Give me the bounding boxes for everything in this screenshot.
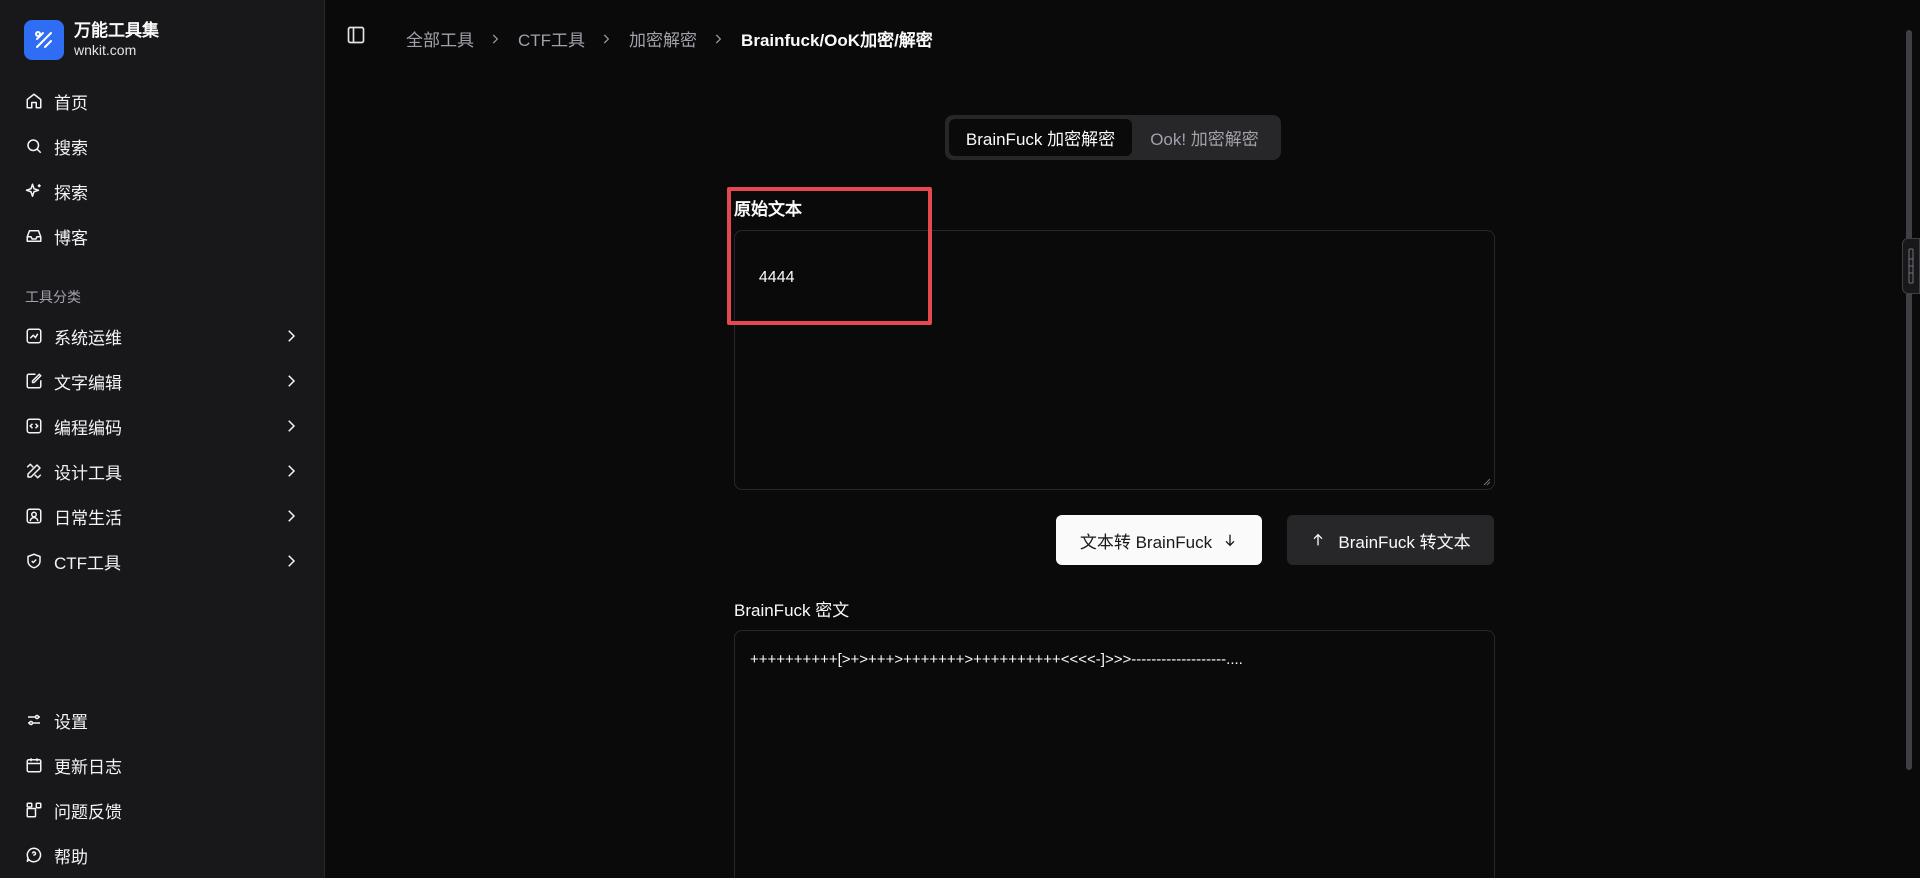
sidebar-item-daily-life[interactable]: 日常生活	[12, 496, 312, 536]
sidebar: 万能工具集 wnkit.com 首页 搜索 探索 博客 工具分类 系统运维 文字…	[0, 0, 325, 878]
help-icon	[24, 845, 44, 865]
breadcrumb: 全部工具 CTF工具 加密解密 Brainfuck/OoK加密/解密	[406, 26, 933, 51]
sidebar-item-design[interactable]: 设计工具	[12, 451, 312, 491]
settings-icon	[24, 710, 44, 730]
chevron-right-icon	[288, 510, 296, 522]
main-header: 全部工具 CTF工具 加密解密 Brainfuck/OoK加密/解密	[326, 0, 1920, 76]
brand[interactable]: 万能工具集 wnkit.com	[24, 20, 159, 60]
sidebar-item-label: 设计工具	[54, 463, 122, 483]
brand-logo-icon	[24, 20, 64, 60]
sidebar-item-home[interactable]: 首页	[12, 81, 312, 121]
sidebar-item-label: CTF工具	[54, 553, 122, 573]
scrollbar[interactable]	[1906, 30, 1912, 770]
plaintext-value: 4444	[758, 269, 795, 286]
sidebar-item-coding[interactable]: 编程编码	[12, 406, 312, 446]
encode-button-label: 文本转 BrainFuck	[1079, 532, 1213, 552]
sidebar-item-label: 帮助	[54, 847, 88, 867]
decode-button[interactable]: BrainFuck 转文本	[1287, 515, 1494, 565]
breadcrumb-crypto[interactable]: 加密解密	[629, 26, 697, 51]
sidebar-item-label: 博客	[54, 228, 88, 248]
code-icon	[24, 416, 44, 436]
resize-grip-icon[interactable]	[1481, 476, 1491, 486]
chevron-right-icon	[288, 465, 296, 477]
sidebar-item-ctf[interactable]: CTF工具	[12, 541, 312, 581]
arrow-down-icon	[1225, 534, 1235, 547]
chevron-right-icon	[288, 330, 296, 342]
inbox-icon	[24, 226, 44, 246]
design-icon	[24, 461, 44, 481]
search-icon	[24, 136, 44, 156]
chevron-right-icon	[288, 375, 296, 387]
sidebar-item-label: 搜索	[54, 138, 88, 158]
sidebar-item-explore[interactable]: 探索	[12, 171, 312, 211]
chevron-right-icon	[288, 555, 296, 567]
sidebar-item-label: 探索	[54, 183, 88, 203]
arrow-up-icon	[1313, 533, 1323, 546]
decode-button-label: BrainFuck 转文本	[1338, 532, 1471, 552]
output-label: BrainFuck 密文	[734, 601, 850, 620]
plaintext-input[interactable]: 4444	[734, 230, 1495, 490]
chevron-right-icon	[488, 31, 504, 47]
sidebar-item-label: 问题反馈	[54, 802, 122, 822]
chevron-right-icon	[599, 31, 615, 47]
sidebar-item-label: 日常生活	[54, 508, 122, 528]
sidebar-item-help[interactable]: 帮助	[12, 835, 312, 875]
sidebar-item-label: 更新日志	[54, 757, 122, 777]
mode-tabs: BrainFuck 加密解密 Ook! 加密解密	[945, 115, 1281, 160]
sidebar-item-text-edit[interactable]: 文字编辑	[12, 361, 312, 401]
brainfuck-output[interactable]: ++++++++++[>+>+++>+++++++>++++++++++<<<<…	[734, 630, 1495, 878]
chevron-right-icon	[711, 31, 727, 47]
sidebar-item-blog[interactable]: 博客	[12, 216, 312, 256]
edit-icon	[24, 371, 44, 391]
sidebar-item-changelog[interactable]: 更新日志	[12, 745, 312, 785]
calendar-icon	[24, 755, 44, 775]
shield-icon	[24, 551, 44, 571]
brand-domain: wnkit.com	[74, 42, 137, 58]
sidebar-item-feedback[interactable]: 问题反馈	[12, 790, 312, 830]
sidebar-item-settings[interactable]: 设置	[12, 700, 312, 740]
input-label: 原始文本	[734, 200, 802, 219]
breadcrumb-all-tools[interactable]: 全部工具	[406, 26, 474, 51]
breadcrumb-current: Brainfuck/OoK加密/解密	[741, 31, 933, 50]
tab-brainfuck[interactable]: BrainFuck 加密解密	[949, 119, 1132, 156]
sidebar-toggle-icon	[347, 26, 365, 44]
sidebar-item-search[interactable]: 搜索	[12, 126, 312, 166]
section-label: 工具分类	[25, 289, 81, 305]
chevron-right-icon	[288, 420, 296, 432]
sidebar-item-label: 系统运维	[54, 328, 122, 348]
sidebar-toggle-button[interactable]	[346, 25, 370, 49]
encode-button[interactable]: 文本转 BrainFuck	[1056, 515, 1262, 565]
sidebar-item-label: 文字编辑	[54, 373, 122, 393]
brand-name: 万能工具集	[74, 21, 159, 40]
sidebar-item-label: 设置	[54, 712, 88, 732]
sparkles-icon	[24, 181, 44, 201]
tab-ook[interactable]: Ook! 加密解密	[1132, 119, 1277, 156]
side-panel-handle[interactable]	[1902, 238, 1920, 294]
user-square-icon	[24, 506, 44, 526]
grip-icon	[1908, 248, 1914, 284]
feedback-icon	[24, 800, 44, 820]
server-icon	[24, 326, 44, 346]
home-icon	[24, 91, 44, 111]
sidebar-item-sysops[interactable]: 系统运维	[12, 316, 312, 356]
breadcrumb-ctf-tools[interactable]: CTF工具	[518, 26, 585, 51]
sidebar-item-label: 编程编码	[54, 418, 122, 438]
sidebar-item-label: 首页	[54, 93, 88, 113]
